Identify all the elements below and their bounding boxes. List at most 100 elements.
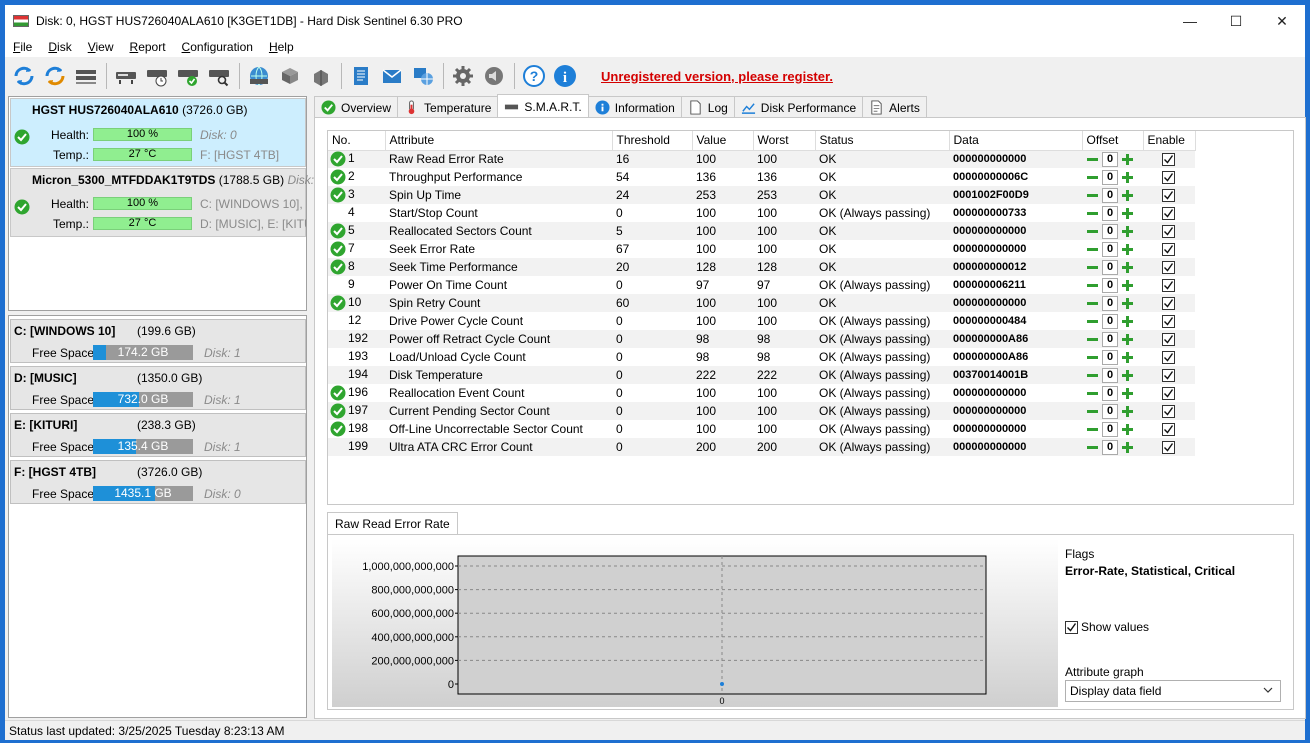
checkbox-icon[interactable]: [1065, 620, 1078, 634]
minus-icon[interactable]: [1086, 243, 1099, 256]
refresh-all-icon[interactable]: [40, 61, 70, 91]
minus-icon[interactable]: [1086, 333, 1099, 346]
graph-tab[interactable]: Raw Read Error Rate: [327, 512, 458, 535]
plus-icon[interactable]: [1121, 405, 1134, 418]
enable-checkbox[interactable]: [1162, 386, 1175, 400]
col-worst[interactable]: Worst: [753, 131, 816, 151]
minus-icon[interactable]: [1086, 225, 1099, 238]
minus-icon[interactable]: [1086, 351, 1099, 364]
col-enable[interactable]: Enable: [1143, 131, 1196, 151]
disk-card-0[interactable]: HGST HUS726040ALA610 (3726.0 GB) Health:…: [10, 98, 306, 167]
enable-checkbox[interactable]: [1162, 368, 1175, 382]
table-row[interactable]: 194 Disk Temperature 0 222 222 OK (Always pas…: [328, 366, 1195, 384]
enable-checkbox[interactable]: [1162, 422, 1175, 436]
plus-icon[interactable]: [1121, 315, 1134, 328]
table-row[interactable]: 198 Off-Line Uncorrectable Sector Count 0 1…: [328, 420, 1195, 438]
minus-icon[interactable]: [1086, 387, 1099, 400]
table-row[interactable]: 4 Start/Stop Count 0 100 100 OK (Always passi…: [328, 204, 1195, 222]
sound-icon[interactable]: [479, 61, 509, 91]
offset-value[interactable]: 0: [1102, 151, 1118, 167]
table-row[interactable]: 197 Current Pending Sector Count 0 100 100 OK…: [328, 402, 1195, 420]
minus-icon[interactable]: [1086, 315, 1099, 328]
disk-card-1[interactable]: Micron_5300_MTFDDAK1T9TDS (1788.5 GB) Di…: [10, 168, 314, 237]
minus-icon[interactable]: [1086, 297, 1099, 310]
table-row[interactable]: 1 Raw Read Error Rate 16 100 100 OK 0000000000…: [328, 150, 1195, 168]
enable-checkbox[interactable]: [1162, 224, 1175, 238]
offset-value[interactable]: 0: [1102, 277, 1118, 293]
col-attribute[interactable]: Attribute: [385, 131, 613, 151]
enable-checkbox[interactable]: [1162, 170, 1175, 184]
offset-value[interactable]: 0: [1102, 241, 1118, 257]
plus-icon[interactable]: [1121, 441, 1134, 454]
offset-value[interactable]: 0: [1102, 259, 1118, 275]
offset-value[interactable]: 0: [1102, 349, 1118, 365]
plus-icon[interactable]: [1121, 207, 1134, 220]
report-icon[interactable]: [346, 61, 376, 91]
table-row[interactable]: 193 Load/Unload Cycle Count 0 98 98 OK (Alway…: [328, 348, 1195, 366]
email-icon[interactable]: [377, 61, 407, 91]
minus-icon[interactable]: [1086, 423, 1099, 436]
disk-list-icon[interactable]: [71, 61, 101, 91]
enable-checkbox[interactable]: [1162, 350, 1175, 364]
table-row[interactable]: 8 Seek Time Performance 20 128 128 OK 00000000…: [328, 258, 1195, 276]
register-link[interactable]: Unregistered version, please register.: [601, 69, 833, 84]
minus-icon[interactable]: [1086, 441, 1099, 454]
offset-value[interactable]: 0: [1102, 187, 1118, 203]
disk-search-icon[interactable]: [204, 61, 234, 91]
table-row[interactable]: 9 Power On Time Count 0 97 97 OK (Always pass…: [328, 276, 1195, 294]
plus-icon[interactable]: [1121, 333, 1134, 346]
menu-report[interactable]: Report: [122, 40, 174, 54]
info-icon[interactable]: i: [550, 61, 580, 91]
offset-value[interactable]: 0: [1102, 223, 1118, 239]
table-row[interactable]: 2 Throughput Performance 54 136 136 OK 0000000…: [328, 168, 1195, 186]
enable-checkbox[interactable]: [1162, 260, 1175, 274]
show-values-checkbox[interactable]: Show values: [1065, 620, 1149, 634]
menu-help[interactable]: Help: [261, 40, 302, 54]
maximize-button[interactable]: ☐: [1213, 5, 1259, 37]
disk-schedule-icon[interactable]: [142, 61, 172, 91]
plus-icon[interactable]: [1121, 243, 1134, 256]
minus-icon[interactable]: [1086, 405, 1099, 418]
menu-file[interactable]: File: [5, 40, 40, 54]
table-row[interactable]: 12 Drive Power Cycle Count 0 100 100 OK (Alwa…: [328, 312, 1195, 330]
tab-alerts[interactable]: Alerts: [862, 96, 927, 118]
volume-card-f[interactable]: F: [HGST 4TB] (3726.0 GB) Free Space 143…: [10, 460, 306, 504]
col-value[interactable]: Value: [692, 131, 754, 151]
plus-icon[interactable]: [1121, 423, 1134, 436]
offset-value[interactable]: 0: [1102, 205, 1118, 221]
enable-checkbox[interactable]: [1162, 332, 1175, 346]
plus-icon[interactable]: [1121, 225, 1134, 238]
offset-value[interactable]: 0: [1102, 295, 1118, 311]
usb-disk-icon[interactable]: [306, 61, 336, 91]
tab-information[interactable]: Information: [587, 96, 682, 118]
tab-smart[interactable]: S.M.A.R.T.: [497, 94, 589, 118]
offset-value[interactable]: 0: [1102, 367, 1118, 383]
plus-icon[interactable]: [1121, 261, 1134, 274]
menu-configuration[interactable]: Configuration: [174, 40, 261, 54]
enable-checkbox[interactable]: [1162, 206, 1175, 220]
minus-icon[interactable]: [1086, 153, 1099, 166]
volume-card-c[interactable]: C: [WINDOWS 10] (199.6 GB) Free Space 17…: [10, 319, 306, 363]
volume-card-e[interactable]: E: [KITURI] (238.3 GB) Free Space 135.4 …: [10, 413, 306, 457]
close-button[interactable]: ✕: [1259, 5, 1305, 37]
enable-checkbox[interactable]: [1162, 296, 1175, 310]
offset-value[interactable]: 0: [1102, 421, 1118, 437]
col-no[interactable]: No.: [328, 131, 386, 151]
table-row[interactable]: 192 Power off Retract Cycle Count 0 98 98 OK …: [328, 330, 1195, 348]
col-status[interactable]: Status: [815, 131, 950, 151]
col-threshold[interactable]: Threshold: [612, 131, 693, 151]
volume-card-d[interactable]: D: [MUSIC] (1350.0 GB) Free Space 732.0 …: [10, 366, 306, 410]
refresh-icon[interactable]: [9, 61, 39, 91]
table-row[interactable]: 196 Reallocation Event Count 0 100 100 OK (Al…: [328, 384, 1195, 402]
minimize-button[interactable]: —: [1167, 5, 1213, 37]
enable-checkbox[interactable]: [1162, 404, 1175, 418]
network-disk-icon[interactable]: [244, 61, 274, 91]
plus-icon[interactable]: [1121, 297, 1134, 310]
minus-icon[interactable]: [1086, 279, 1099, 292]
offset-value[interactable]: 0: [1102, 169, 1118, 185]
offset-value[interactable]: 0: [1102, 403, 1118, 419]
enable-checkbox[interactable]: [1162, 314, 1175, 328]
minus-icon[interactable]: [1086, 369, 1099, 382]
tab-disk-performance[interactable]: Disk Performance: [733, 96, 864, 118]
minus-icon[interactable]: [1086, 261, 1099, 274]
